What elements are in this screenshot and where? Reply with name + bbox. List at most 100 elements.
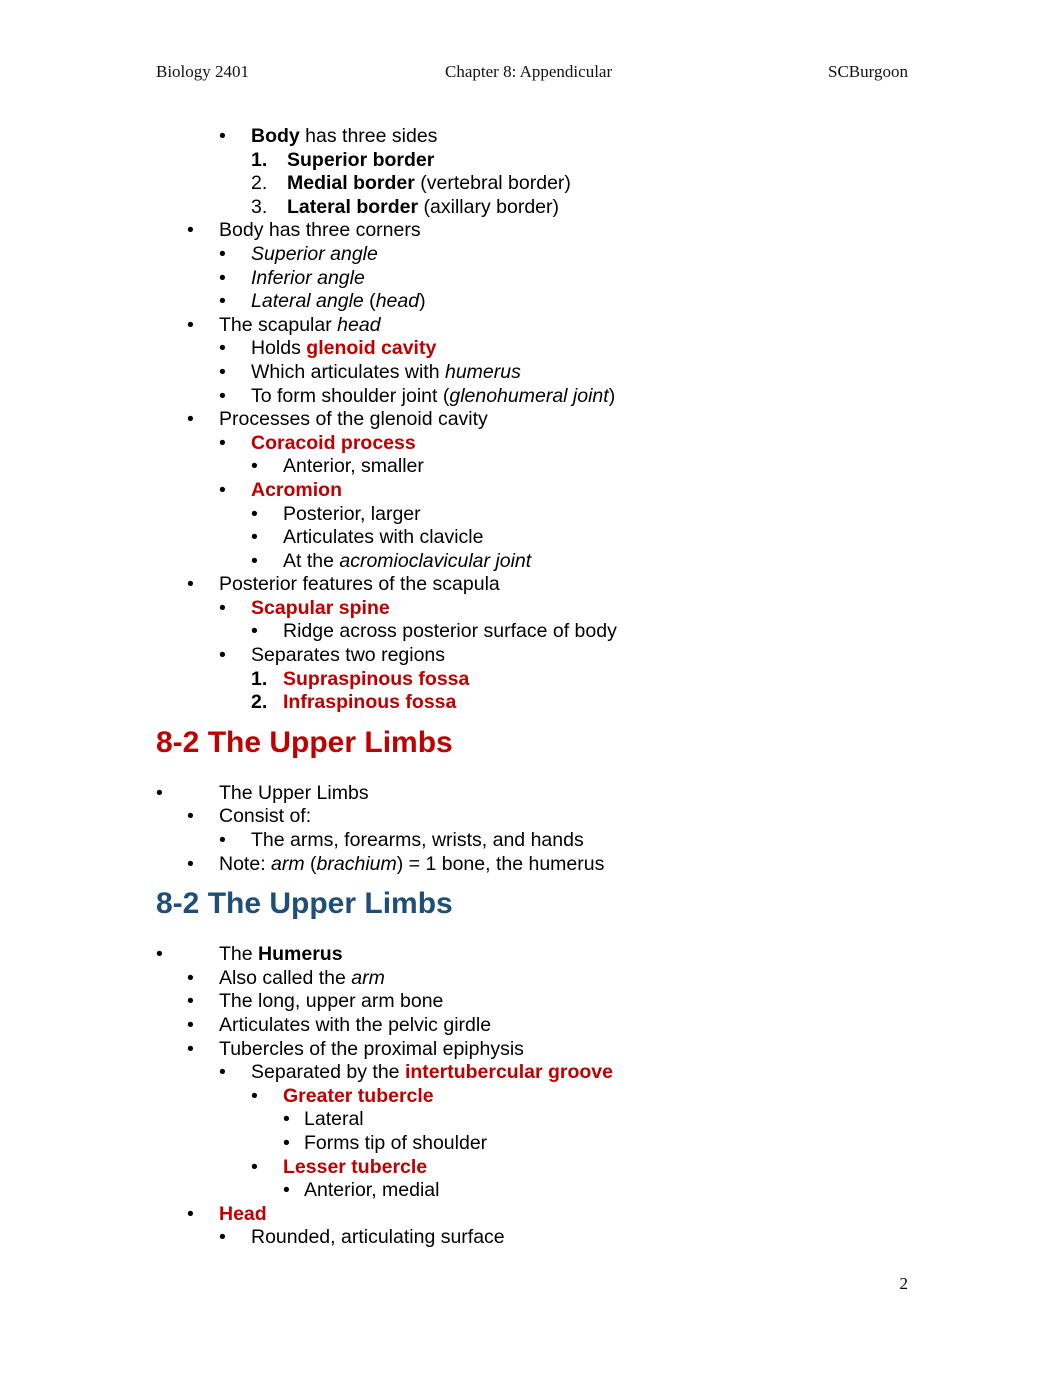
list-item: • Note: arm (brachium) = 1 bone, the hum…	[187, 852, 605, 875]
bullet: •	[251, 1084, 258, 1107]
bullet: •	[187, 1037, 194, 1060]
list-item: • Greater tubercle	[0, 1085, 1062, 1109]
bullet: •	[219, 596, 226, 619]
list-item: • Forms tip of shoulder	[283, 1131, 488, 1154]
list-item: • Tubercles of the proximal epiphysis	[187, 1037, 524, 1060]
key-term: Scapular spine	[251, 596, 390, 619]
bullet: •	[187, 990, 194, 1013]
section-heading: 8-2 The Upper Limbs	[156, 725, 453, 759]
bullet: •	[283, 1108, 290, 1131]
bullet: •	[251, 620, 258, 643]
bullet: •	[219, 829, 226, 852]
bullet: •	[187, 1202, 194, 1225]
bullet: •	[219, 266, 226, 289]
key-term: Greater tubercle	[283, 1084, 434, 1107]
list-item: • Acromion	[0, 479, 1062, 503]
list-item: • Body has three sides	[219, 125, 438, 147]
list-item: • The long, upper arm bone	[187, 990, 444, 1013]
list-item: • Scapular spine	[0, 597, 1062, 621]
list-item: • Posterior features of the scapula	[187, 573, 500, 596]
bullet: •	[219, 360, 226, 383]
bullet: •	[283, 1179, 290, 1202]
key-term: Coracoid process	[251, 431, 416, 454]
list-item: • Lateral	[283, 1108, 364, 1131]
bullet: •	[219, 1226, 226, 1249]
bullet: •	[187, 852, 194, 875]
bullet: •	[219, 242, 226, 265]
list-number: 1.	[251, 667, 268, 690]
bullet: •	[187, 805, 194, 828]
list-number: 3.	[251, 195, 268, 218]
list-item: • Consist of:	[187, 805, 312, 828]
list-item: 1. Superior border	[0, 149, 1062, 173]
term: Superior border	[287, 148, 435, 171]
bullet: •	[219, 478, 226, 501]
bullet: •	[251, 549, 258, 572]
list-item: • Processes of the glenoid cavity	[187, 408, 488, 431]
list-number: 1.	[251, 148, 268, 171]
list-item: • Coracoid process	[0, 432, 1062, 456]
key-term: Lesser tubercle	[283, 1155, 428, 1178]
bullet: •	[219, 644, 226, 667]
bullet: •	[219, 290, 226, 313]
section-heading: 8-2 The Upper Limbs	[156, 887, 453, 921]
list-item: • The scapular head	[187, 313, 381, 336]
bullet: •	[187, 966, 194, 989]
list-item: 2. Medial border (vertebral border)	[251, 172, 571, 195]
bullet: •	[219, 125, 226, 147]
bullet: •	[219, 431, 226, 454]
list-item: • The Upper Limbs	[156, 781, 369, 804]
header-course: Biology 2401	[156, 62, 250, 81]
list-item: • Anterior, medial	[283, 1179, 440, 1202]
header-author: SCBurgoon	[828, 62, 908, 81]
bullet: •	[219, 384, 226, 407]
list-item: • Ridge across posterior surface of body	[251, 620, 617, 643]
list-item: • Holds glenoid cavity	[219, 337, 437, 360]
bullet: •	[251, 502, 258, 525]
bullet: •	[187, 313, 194, 336]
key-term: Supraspinous fossa	[283, 667, 470, 690]
key-term: Acromion	[251, 478, 343, 501]
list-item: • Superior angle	[219, 242, 378, 265]
term: Medial border	[287, 172, 415, 195]
bullet: •	[251, 455, 258, 478]
bullet: •	[187, 219, 194, 242]
bullet: •	[251, 526, 258, 549]
list-item: • Articulates with the pelvic girdle	[187, 1014, 492, 1036]
key-term: intertubercular groove	[404, 1061, 613, 1084]
list-item: • Separates two regions	[219, 644, 446, 667]
list-item: • Inferior angle	[219, 266, 365, 289]
bullet: •	[187, 408, 194, 431]
page-number: 2	[899, 1274, 909, 1293]
bullet: •	[156, 943, 163, 966]
key-term: Head	[219, 1202, 267, 1225]
bullet: •	[187, 573, 194, 596]
header-chapter: Chapter 8: Appendicular	[445, 62, 613, 81]
list-item: • Also called the arm	[187, 966, 385, 989]
list-item: • The Humerus	[156, 943, 343, 966]
list-item: • Rounded, articulating surface	[219, 1226, 505, 1249]
key-term: glenoid cavity	[306, 337, 437, 360]
bullet: •	[156, 781, 163, 804]
bullet: •	[219, 337, 226, 360]
term: Body	[251, 125, 300, 147]
list-item: 2. Infraspinous fossa	[0, 691, 1062, 715]
document-body: • Body has three sides 1. Superior borde…	[0, 125, 1062, 1250]
list-item: • Anterior, smaller	[251, 455, 424, 478]
list-item: • To form shoulder joint (glenohumeral j…	[219, 384, 616, 407]
list-item: • Body has three corners	[187, 219, 421, 242]
list-item: • Articulates with clavicle	[251, 526, 484, 549]
list-item: 3. Lateral border (axillary border)	[251, 195, 559, 218]
list-item: • The arms, forearms, wrists, and hands	[219, 829, 584, 852]
list-item: • Posterior, larger	[251, 502, 421, 525]
list-number: 2.	[251, 691, 268, 714]
term: Lateral border	[287, 195, 419, 218]
bullet: •	[283, 1131, 290, 1154]
list-item: • Head	[0, 1203, 1062, 1227]
list-item: 1. Supraspinous fossa	[0, 668, 1062, 692]
list-number: 2.	[251, 172, 268, 195]
bullet: •	[251, 1155, 258, 1178]
list-item: • At the acromioclavicular joint	[251, 549, 532, 572]
key-term: Infraspinous fossa	[283, 691, 457, 714]
list-item: • Lateral angle (head)	[219, 290, 426, 313]
